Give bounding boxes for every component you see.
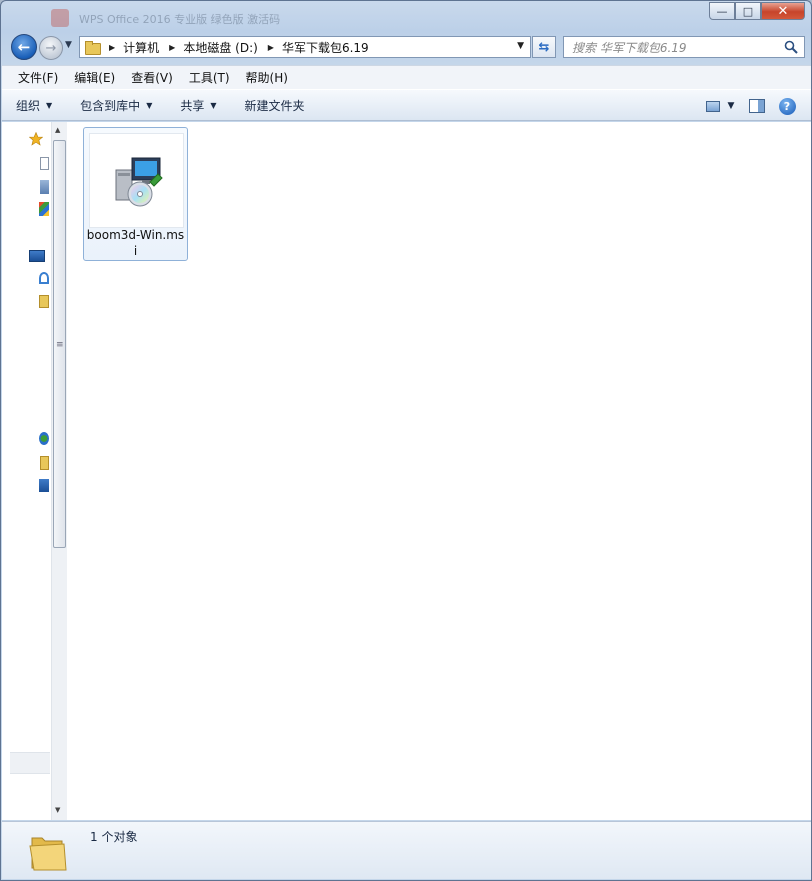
- menu-help[interactable]: 帮助(H): [238, 69, 296, 86]
- view-options-dropdown[interactable]: ▼: [725, 96, 737, 116]
- title-bar: WPS Office 2016 专业版 绿色版 激活码 — □ ✕: [1, 1, 811, 31]
- msi-installer-icon: [115, 157, 163, 207]
- address-history-dropdown-icon[interactable]: ▼: [517, 41, 524, 51]
- folder-icon: [29, 837, 67, 871]
- chevron-down-icon: ▼: [46, 100, 53, 110]
- refresh-icon: ⇆: [538, 39, 550, 55]
- breadcrumb-local-disk[interactable]: 本地磁盘 (D:): [183, 39, 257, 56]
- include-in-library-label: 包含到库中: [80, 98, 141, 113]
- command-toolbar: 组织 ▼ 包含到库中 ▼ 共享 ▼ 新建文件夹 ▼ ?: [2, 89, 811, 121]
- homegroup-icon[interactable]: [39, 432, 49, 445]
- change-view-button[interactable]: [703, 96, 723, 116]
- menu-bar: 文件(F) 编辑(E) 查看(V) 工具(T) 帮助(H): [2, 65, 811, 89]
- organize-label: 组织: [16, 98, 41, 113]
- view-icon: [706, 100, 720, 112]
- scroll-up-icon[interactable]: ▲: [55, 126, 60, 134]
- window-controls: — □ ✕: [709, 2, 805, 20]
- breadcrumb-current-folder[interactable]: 华军下载包6.19: [282, 39, 369, 56]
- chevron-down-icon: ▼: [727, 101, 735, 111]
- libraries-icon[interactable]: [39, 295, 49, 308]
- background-window-ghost: WPS Office 2016 专业版 绿色版 激活码: [51, 7, 311, 29]
- back-button[interactable]: ←: [11, 34, 37, 60]
- horizontal-scrollbar[interactable]: [10, 752, 50, 774]
- favorites-star-icon[interactable]: [29, 132, 43, 146]
- navigation-pane: ▲ ≡ ▼: [2, 122, 67, 820]
- search-icon[interactable]: [784, 40, 798, 54]
- item-count: 1 个对象: [90, 830, 138, 844]
- desktop-icon[interactable]: [40, 157, 49, 170]
- recent-pages-dropdown-icon[interactable]: ▼: [65, 40, 72, 50]
- details-pane: 1 个对象: [2, 821, 811, 879]
- menu-edit[interactable]: 编辑(E): [66, 69, 123, 86]
- ghost-title-text: WPS Office 2016 专业版 绿色版 激活码: [79, 13, 281, 26]
- breadcrumb-separator-icon[interactable]: ▶: [268, 43, 274, 52]
- forward-button[interactable]: →: [39, 36, 63, 60]
- navigation-scrollbar[interactable]: ▲ ≡ ▼: [51, 122, 67, 820]
- chevron-down-icon: ▼: [210, 100, 217, 110]
- file-list: boom3d-Win.msi: [68, 122, 811, 820]
- breadcrumb-separator-icon[interactable]: ▶: [109, 43, 115, 52]
- refresh-button[interactable]: ⇆: [532, 36, 556, 58]
- downloads-icon[interactable]: [40, 180, 49, 194]
- preview-pane-icon: [749, 99, 765, 113]
- wps-app-icon: [51, 9, 69, 27]
- search-placeholder: 搜索 华军下载包6.19: [572, 40, 687, 55]
- help-icon: ?: [778, 97, 796, 115]
- menu-view[interactable]: 查看(V): [123, 69, 181, 86]
- share-label: 共享: [180, 98, 205, 113]
- breadcrumb-separator-icon[interactable]: ▶: [169, 43, 175, 52]
- address-bar[interactable]: ▶ 计算机 ▶ 本地磁盘 (D:) ▶ 华军下载包6.19 ▼: [79, 36, 531, 58]
- help-button[interactable]: ?: [777, 96, 797, 116]
- computer-icon[interactable]: [29, 250, 45, 262]
- organize-button[interactable]: 组织 ▼: [16, 97, 52, 114]
- file-item[interactable]: boom3d-Win.msi: [83, 127, 188, 261]
- maximize-button[interactable]: □: [735, 2, 761, 20]
- scrollbar-grip-icon: ≡: [56, 340, 64, 350]
- scroll-down-icon[interactable]: ▼: [55, 806, 60, 814]
- share-button[interactable]: 共享 ▼: [180, 97, 216, 114]
- minimize-button[interactable]: —: [709, 2, 735, 20]
- content-area: ▲ ≡ ▼ boom3d-Win.msi: [2, 122, 811, 820]
- breadcrumb-computer[interactable]: 计算机: [123, 39, 159, 56]
- explorer-window: WPS Office 2016 专业版 绿色版 激活码 — □ ✕ ← → ▼ …: [0, 0, 812, 881]
- chevron-down-icon: ▼: [146, 100, 153, 110]
- file-thumbnail: [89, 133, 184, 228]
- network-icon[interactable]: [39, 479, 49, 492]
- preview-pane-button[interactable]: [747, 96, 767, 116]
- navigation-row: ← → ▼ ▶ 计算机 ▶ 本地磁盘 (D:) ▶ 华军下载包6.19 ▼ ⇆ …: [1, 33, 811, 61]
- folder-icon: [85, 41, 101, 55]
- menu-tools[interactable]: 工具(T): [181, 69, 238, 86]
- new-folder-label: 新建文件夹: [244, 98, 305, 113]
- file-name: boom3d-Win.msi: [86, 228, 185, 258]
- new-folder-button[interactable]: 新建文件夹: [245, 97, 305, 114]
- toolbar-right-group: ▼ ?: [693, 96, 797, 116]
- close-button[interactable]: ✕: [761, 2, 805, 20]
- recent-places-icon[interactable]: [39, 202, 49, 216]
- search-input[interactable]: 搜索 华军下载包6.19: [563, 36, 805, 58]
- folder-icon[interactable]: [40, 456, 49, 470]
- menu-file[interactable]: 文件(F): [10, 69, 66, 86]
- include-in-library-button[interactable]: 包含到库中 ▼: [80, 97, 152, 114]
- cloud-drive-icon[interactable]: [39, 272, 49, 284]
